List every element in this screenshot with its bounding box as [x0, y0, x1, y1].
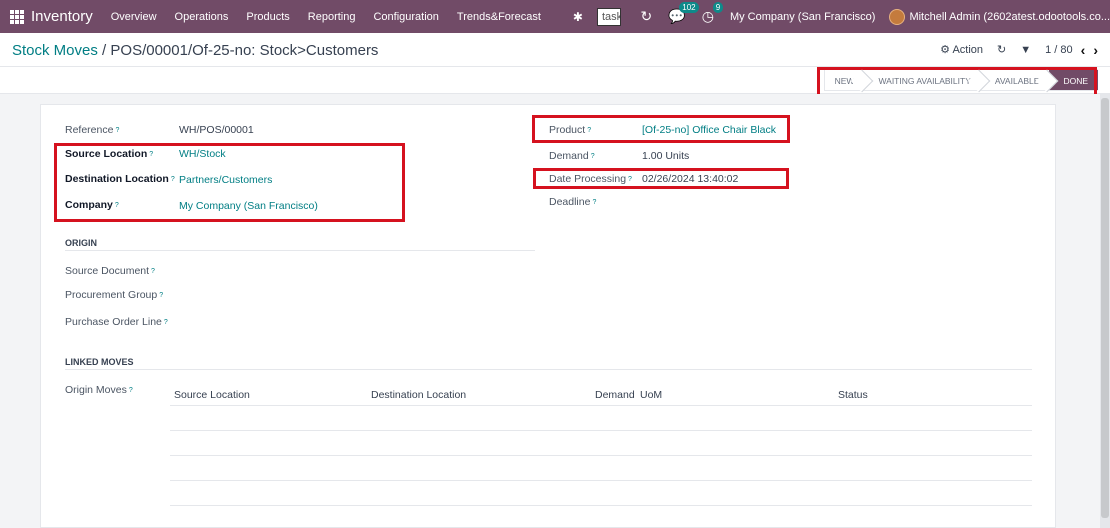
- origin-moves-label: Origin Moves: [65, 384, 127, 396]
- activities-icon[interactable]: ◷ 9: [702, 2, 724, 25]
- table-row: [170, 431, 1032, 456]
- pager-previous-icon[interactable]: ‹: [1081, 43, 1086, 57]
- control-right: ⚙ Action ↻ ▼ 1 / 80 ‹ ›: [926, 43, 1098, 57]
- help-icon[interactable]: ?: [151, 268, 155, 275]
- help-icon[interactable]: ?: [591, 153, 595, 160]
- menu-overview[interactable]: Overview: [111, 11, 157, 23]
- apps-menu-icon[interactable]: [10, 9, 24, 24]
- help-icon[interactable]: ?: [115, 127, 119, 134]
- control-panel: Stock Moves / POS/00001/Of-25-no: Stock>…: [0, 33, 1110, 67]
- reference-label: Reference: [65, 124, 114, 136]
- origin-divider: [65, 250, 535, 251]
- refresh-record-icon[interactable]: ↻: [997, 43, 1006, 56]
- top-navbar: Inventory Overview Operations Products R…: [0, 0, 1110, 33]
- pager-next-icon[interactable]: ›: [1093, 43, 1098, 57]
- source-document-label: Source Document: [65, 265, 150, 277]
- highlight-box-product: [532, 115, 790, 143]
- reference-value: WH/POS/00001: [179, 124, 254, 136]
- scrollbar-thumb[interactable]: [1101, 98, 1109, 518]
- highlight-box-date: [533, 168, 789, 189]
- refresh-icon[interactable]: ↻: [641, 8, 653, 25]
- deadline-label-wrap: Deadline?: [549, 196, 596, 208]
- app-name[interactable]: Inventory: [31, 8, 93, 25]
- breadcrumb-separator: /: [102, 42, 107, 59]
- origin-moves-label-wrap: Origin Moves?: [65, 384, 133, 396]
- source-document-label-wrap: Source Document?: [65, 265, 155, 277]
- linked-moves-section-title: LINKED MOVES: [65, 357, 134, 367]
- procurement-group-label-wrap: Procurement Group?: [65, 289, 163, 301]
- reference-label-wrap: Reference?: [65, 124, 119, 136]
- demand-label: Demand: [549, 150, 589, 162]
- menu-configuration[interactable]: Configuration: [373, 11, 438, 23]
- table-row: [170, 481, 1032, 506]
- messages-badge: 102: [679, 2, 699, 13]
- table-row: [170, 456, 1032, 481]
- help-icon[interactable]: ?: [159, 292, 163, 299]
- demand-value: 1.00 Units: [642, 150, 690, 162]
- breadcrumb-stock-moves[interactable]: Stock Moves: [12, 42, 98, 59]
- procurement-group-label: Procurement Group: [65, 289, 158, 301]
- menu-trends-forecast[interactable]: Trends&Forecast: [457, 11, 541, 23]
- tasks-search-input[interactable]: tasks search: [596, 7, 621, 26]
- table-row: [170, 406, 1032, 431]
- breadcrumb: Stock Moves / POS/00001/Of-25-no: Stock>…: [12, 42, 378, 59]
- help-icon[interactable]: ?: [129, 387, 133, 394]
- activities-badge: 9: [712, 2, 724, 13]
- help-icon[interactable]: ?: [592, 199, 596, 206]
- breadcrumb-current: POS/00001/Of-25-no: Stock>Customers: [110, 42, 379, 59]
- purchase-order-line-label-wrap: Purchase Order Line?: [65, 316, 168, 328]
- table-header-row: [170, 381, 1032, 406]
- purchase-order-line-label: Purchase Order Line: [65, 316, 162, 328]
- highlight-box-locations: [54, 143, 405, 222]
- action-button[interactable]: ⚙ Action: [940, 43, 983, 56]
- deadline-label: Deadline: [549, 196, 591, 208]
- help-icon[interactable]: ?: [164, 319, 168, 326]
- user-avatar[interactable]: [889, 8, 906, 25]
- menu-reporting[interactable]: Reporting: [308, 11, 356, 23]
- demand-label-wrap: Demand?: [549, 150, 595, 162]
- linked-moves-divider: [65, 369, 1032, 370]
- bug-icon[interactable]: ✱: [573, 10, 583, 24]
- user-menu[interactable]: Mitchell Admin (2602atest.odootools.co..…: [909, 11, 1110, 23]
- action-label: Action: [952, 44, 984, 56]
- origin-section-title: ORIGIN: [65, 238, 98, 248]
- company-switcher[interactable]: My Company (San Francisco): [730, 11, 876, 23]
- menu-products[interactable]: Products: [246, 11, 289, 23]
- menu-operations[interactable]: Operations: [175, 11, 229, 23]
- pager-value[interactable]: 1 / 80: [1045, 44, 1073, 56]
- pin-icon[interactable]: ▼: [1020, 44, 1031, 56]
- messages-icon[interactable]: 💬 102: [668, 2, 699, 25]
